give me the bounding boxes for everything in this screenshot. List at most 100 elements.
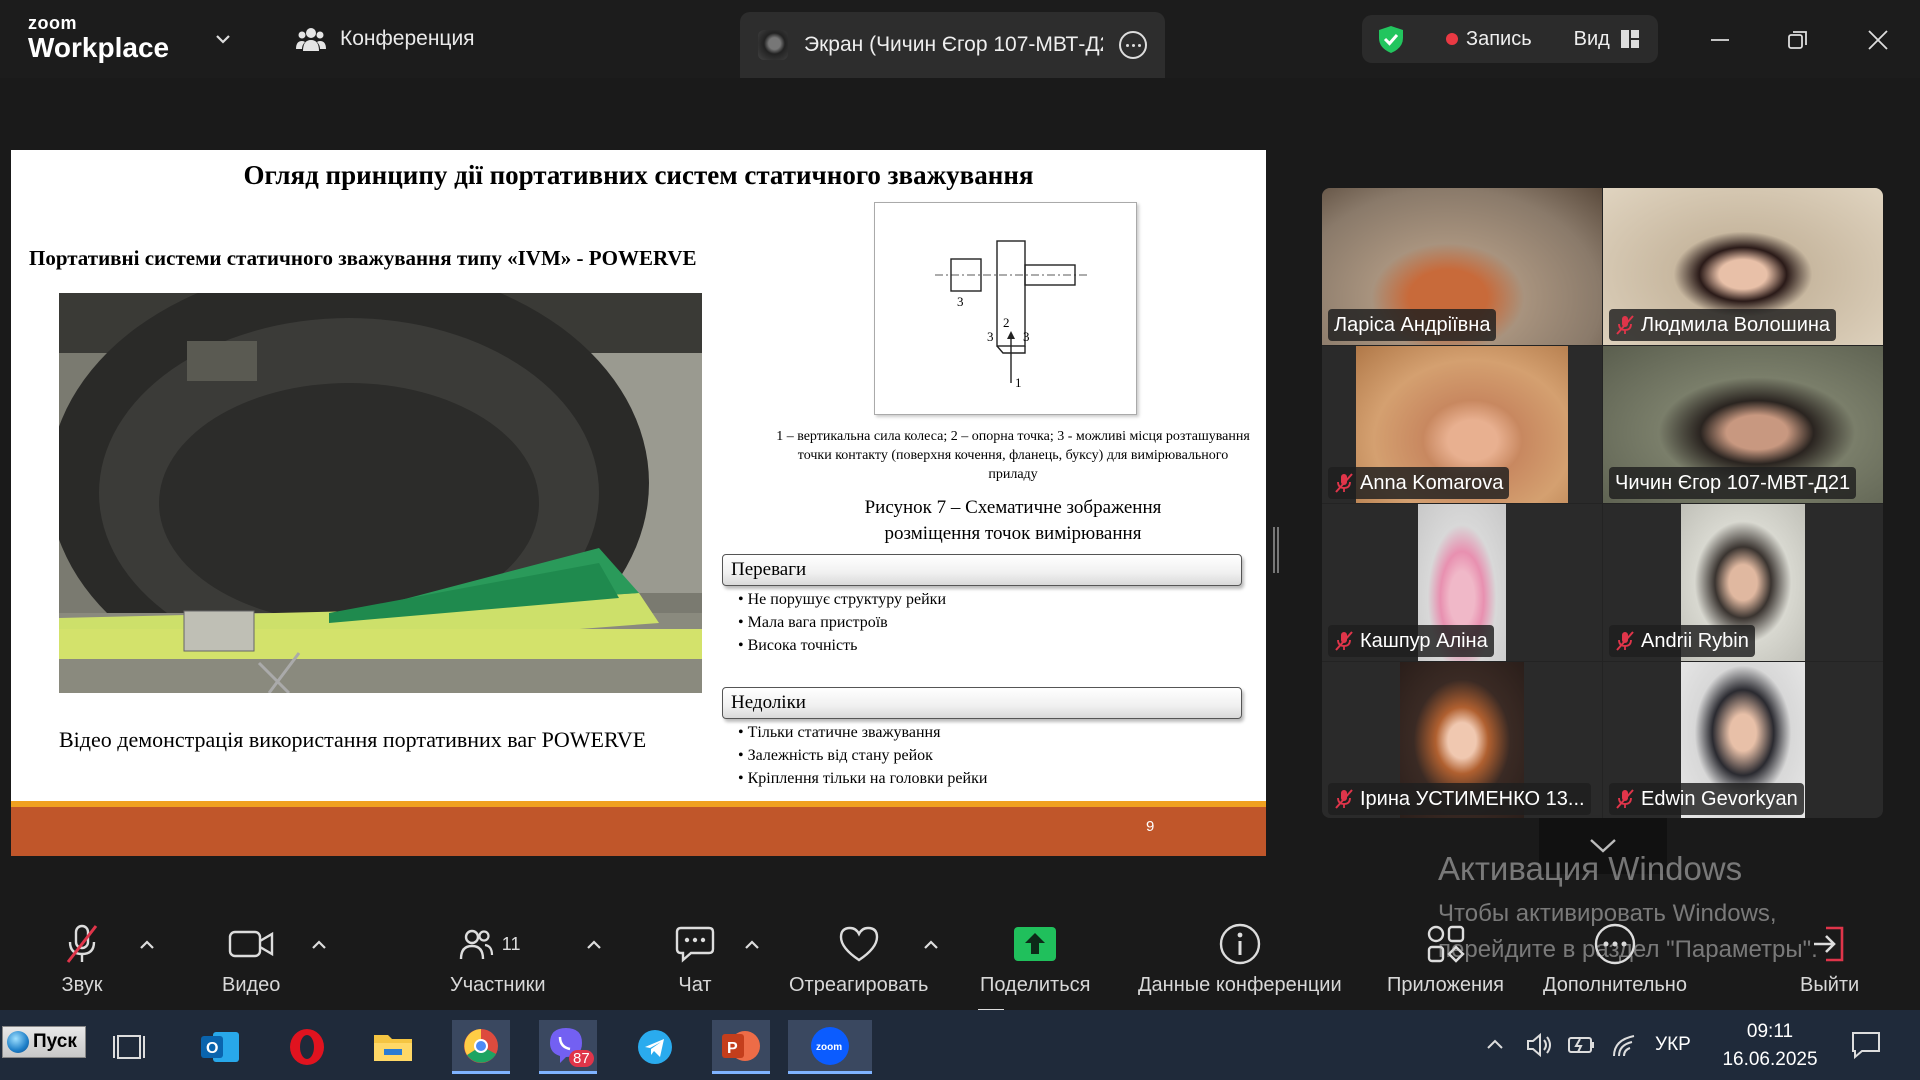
start-button[interactable]: Пуск bbox=[2, 1026, 86, 1058]
chat-bubble-icon bbox=[675, 926, 715, 963]
participant-name-tag: Edwin Gevorkyan bbox=[1609, 783, 1804, 815]
telegram-icon bbox=[638, 1030, 672, 1064]
participant-name-tag: Кашпур Аліна bbox=[1328, 625, 1494, 657]
svg-text:O: O bbox=[206, 1040, 218, 1057]
clock-date: 16.06.2025 bbox=[1722, 1049, 1818, 1070]
wheel-scale-illustration bbox=[59, 293, 702, 693]
outlook-icon: O bbox=[201, 1032, 239, 1062]
record-dot-icon bbox=[1446, 33, 1458, 45]
taskbar-viber[interactable]: 87 bbox=[539, 1020, 597, 1074]
wheel-axle-schematic: 3 2 3 3 1 bbox=[935, 240, 1090, 390]
muted-mic-icon bbox=[1335, 631, 1353, 651]
restore-button[interactable] bbox=[1780, 22, 1816, 58]
muted-microphone-icon bbox=[66, 924, 98, 963]
participant-name: Ларіса Андріївна bbox=[1334, 313, 1491, 336]
taskbar-zoom[interactable]: zoom bbox=[788, 1020, 872, 1074]
task-view-button[interactable] bbox=[100, 1020, 158, 1074]
participants-options-caret-icon[interactable] bbox=[585, 936, 603, 954]
zoom-workplace-logo: zoom Workplace bbox=[28, 14, 169, 62]
close-button[interactable] bbox=[1860, 22, 1896, 58]
meeting-status-group: Запись Вид bbox=[1362, 15, 1658, 63]
slide-page-number: 9 bbox=[1146, 818, 1155, 835]
tab-screen-label: Экран (Чичин Єгор 107-МВТ-Д2 bbox=[804, 33, 1103, 56]
logo-workplace-text: Workplace bbox=[28, 32, 170, 63]
taskbar-telegram[interactable] bbox=[626, 1020, 684, 1074]
video-label: Видео bbox=[222, 974, 281, 996]
share-arrow-icon bbox=[1014, 927, 1057, 961]
taskbar-chrome[interactable] bbox=[452, 1020, 510, 1074]
meeting-info-button[interactable]: Данные конференции bbox=[1138, 920, 1342, 997]
input-language-indicator[interactable]: УКР bbox=[1655, 1034, 1691, 1056]
video-button[interactable]: Видео bbox=[222, 920, 280, 997]
diagram-label-2: 2 bbox=[1003, 315, 1010, 330]
notification-center-icon[interactable] bbox=[1850, 1030, 1882, 1060]
windows-activation-watermark: Активация Windows Чтобы активировать Win… bbox=[1438, 850, 1818, 968]
list-item: Кріплення тільки на головки рейки bbox=[738, 767, 988, 790]
taskbar-clock[interactable]: 09:11 16.06.2025 bbox=[1715, 1018, 1825, 1074]
tray-chevron-up-icon[interactable] bbox=[1484, 1034, 1506, 1056]
windows-globe-icon bbox=[7, 1031, 29, 1053]
minimize-button[interactable] bbox=[1702, 22, 1738, 58]
video-options-caret-icon[interactable] bbox=[310, 936, 328, 954]
share-screen-button[interactable]: Поделиться bbox=[980, 920, 1090, 997]
wifi-icon[interactable] bbox=[1610, 1030, 1640, 1060]
participant-name: Людмила Волошина bbox=[1641, 313, 1831, 336]
start-label: Пуск bbox=[33, 1031, 77, 1052]
participant-tile[interactable]: Ларіса Андріївна bbox=[1322, 188, 1602, 345]
taskbar-outlook[interactable]: O bbox=[191, 1020, 249, 1074]
disadvantages-list: Тільки статичне зважування Залежність ві… bbox=[738, 721, 988, 790]
slide-title: Огляд принципу дії портативних систем ст… bbox=[243, 160, 1034, 190]
clock-time: 09:11 bbox=[1746, 1021, 1794, 1042]
tab-conference[interactable]: Конференция bbox=[296, 22, 475, 56]
speaker-volume-icon[interactable] bbox=[1524, 1030, 1554, 1060]
tab-screen-share[interactable]: Экран (Чичин Єгор 107-МВТ-Д2 bbox=[740, 12, 1165, 78]
participant-tile[interactable]: Ірина УСТИМЕНКО 13... bbox=[1322, 662, 1602, 818]
participant-tile[interactable]: Людмила Волошина bbox=[1603, 188, 1883, 345]
muted-mic-icon bbox=[1616, 789, 1634, 809]
wagon-wheel-photo bbox=[59, 293, 702, 693]
participant-name-tag: Чичин Єгор 107-МВТ-Д21 bbox=[1609, 467, 1857, 499]
view-button[interactable]: Вид bbox=[1574, 28, 1640, 51]
participants-button[interactable]: 11 Участники bbox=[450, 920, 546, 997]
record-indicator[interactable]: Запись bbox=[1446, 28, 1532, 51]
taskbar-opera[interactable] bbox=[278, 1020, 336, 1074]
diagram-legend: 1 – вертикальна сила колеса; 2 – опорна … bbox=[776, 429, 1250, 482]
task-view-icon bbox=[113, 1035, 145, 1059]
chat-button[interactable]: Чат bbox=[671, 920, 719, 997]
chevron-down-icon[interactable] bbox=[212, 28, 234, 50]
svg-text:zoom: zoom bbox=[816, 1042, 842, 1053]
diagram-label-3-left: 3 bbox=[957, 294, 964, 309]
audio-button[interactable]: Звук bbox=[58, 920, 106, 997]
participants-label: Участники bbox=[450, 974, 546, 996]
taskbar-file-explorer[interactable] bbox=[364, 1020, 422, 1074]
participant-name: Anna Komarova bbox=[1360, 471, 1504, 494]
battery-charging-icon[interactable] bbox=[1566, 1030, 1598, 1060]
apps-label: Приложения bbox=[1387, 974, 1505, 996]
advantages-list: Не порушує структуру рейки Мала вага при… bbox=[738, 588, 946, 657]
taskbar-powerpoint[interactable]: P bbox=[712, 1020, 770, 1074]
shared-screen-slide: Огляд принципу дії портативних систем ст… bbox=[11, 150, 1266, 856]
react-options-caret-icon[interactable] bbox=[922, 936, 940, 954]
shield-check-icon[interactable] bbox=[1376, 24, 1406, 54]
chat-options-caret-icon[interactable] bbox=[743, 936, 761, 954]
participant-tile[interactable]: Edwin Gevorkyan bbox=[1603, 662, 1883, 818]
participant-name: Andrii Rybin bbox=[1641, 629, 1749, 652]
participants-icon bbox=[459, 929, 493, 960]
muted-mic-icon bbox=[1616, 631, 1634, 651]
video-caption: Відео демонстрація використання портатив… bbox=[59, 727, 647, 752]
share-label: Поделиться bbox=[980, 974, 1091, 996]
diagram-label-3-bottom-left: 3 bbox=[987, 329, 994, 344]
svg-text:P: P bbox=[727, 1040, 738, 1057]
panel-resize-handle[interactable] bbox=[1273, 527, 1279, 573]
participant-tile[interactable]: Кашпур Аліна bbox=[1322, 504, 1602, 661]
restore-icon bbox=[1788, 31, 1807, 49]
react-button[interactable]: Отреагировать bbox=[789, 920, 928, 997]
participant-tile[interactable]: Anna Komarova bbox=[1322, 346, 1602, 503]
participant-tile-active-speaker[interactable]: Чичин Єгор 107-МВТ-Д21 bbox=[1603, 346, 1883, 503]
grid-view-icon bbox=[1620, 30, 1639, 48]
slide-footer bbox=[11, 807, 1266, 856]
audio-options-caret-icon[interactable] bbox=[138, 936, 156, 954]
list-item: Висока точність bbox=[738, 634, 946, 657]
participant-tile[interactable]: Andrii Rybin bbox=[1603, 504, 1883, 661]
more-options-icon[interactable] bbox=[1119, 31, 1147, 59]
